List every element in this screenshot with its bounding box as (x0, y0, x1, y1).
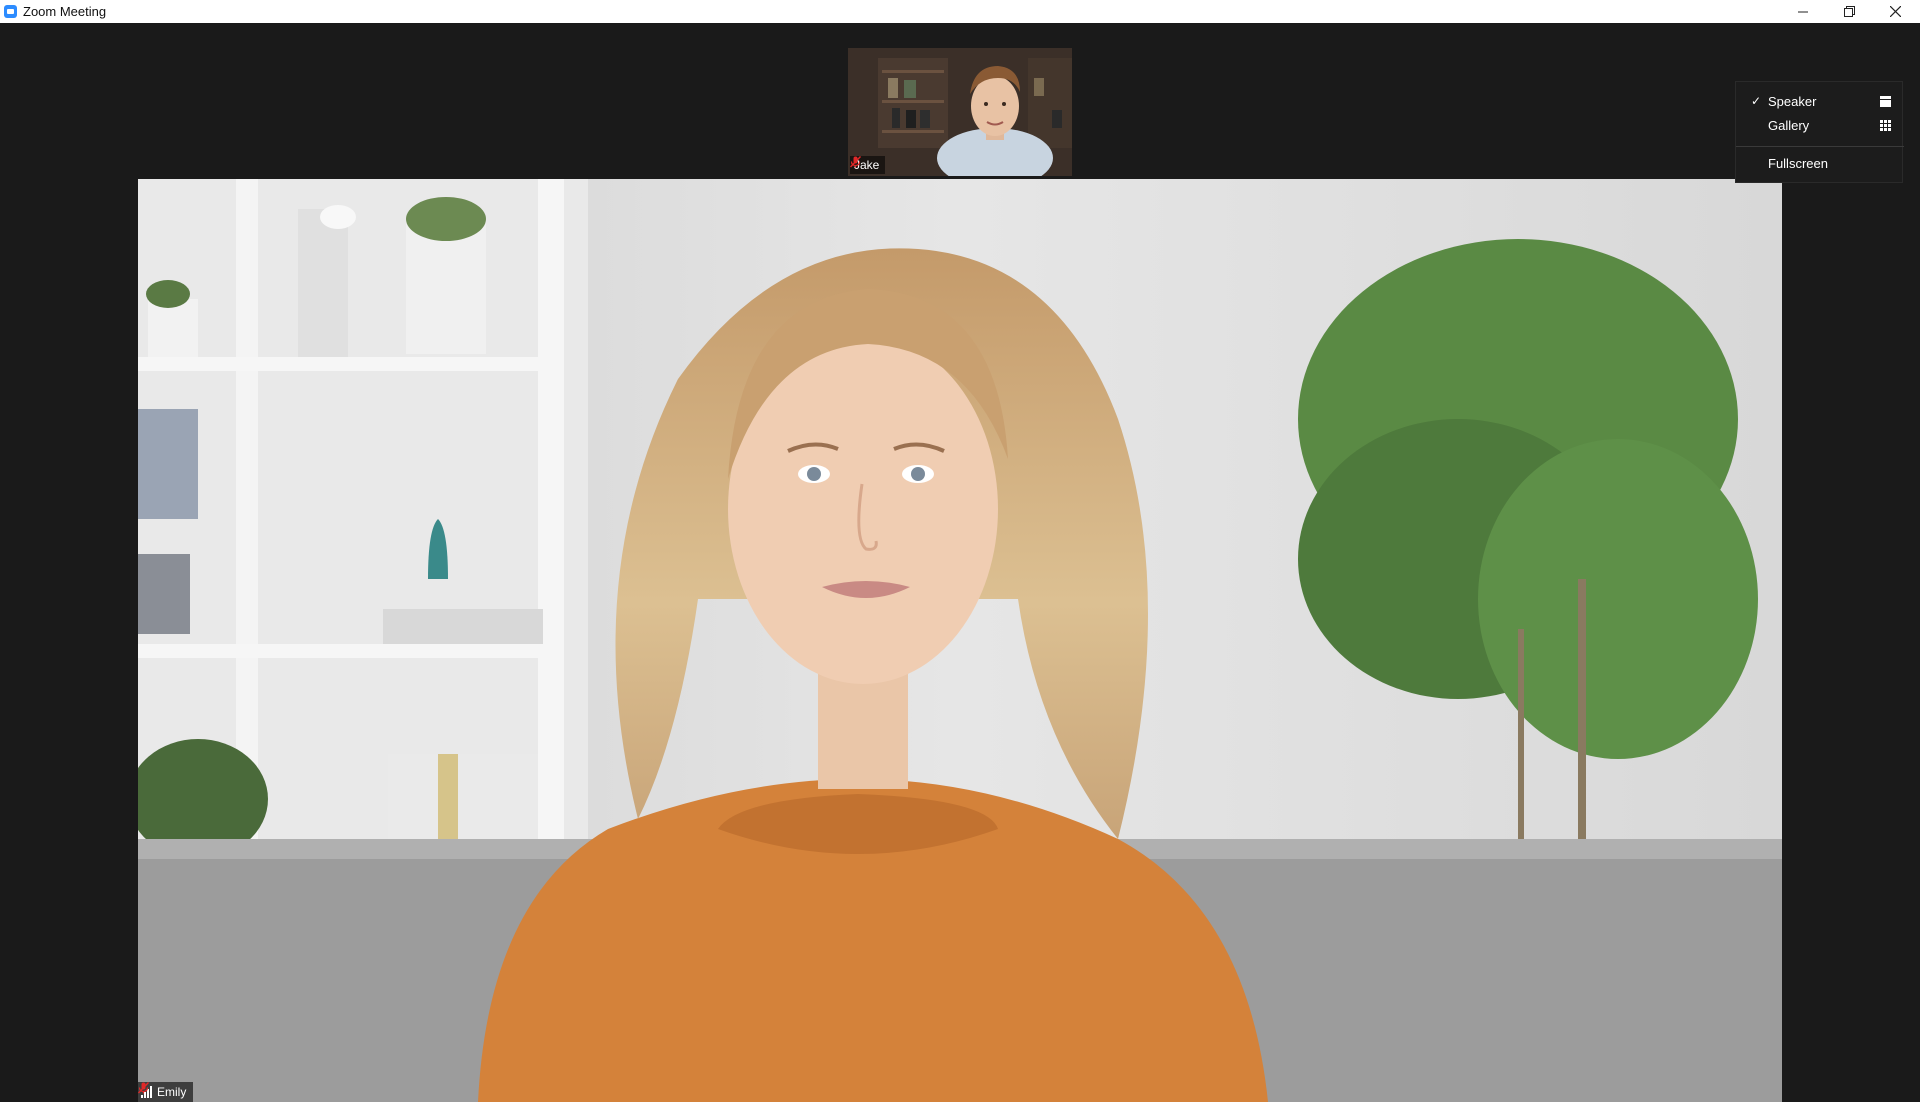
menu-item-fullscreen[interactable]: Fullscreen (1736, 152, 1904, 176)
restore-icon (1843, 6, 1855, 17)
minimize-icon (1798, 11, 1808, 12)
muted-microphone-icon (850, 156, 861, 168)
zoom-app-icon (4, 5, 17, 18)
participant-name-tag: Emily (138, 1082, 194, 1102)
speaker-view-icon (1880, 96, 1891, 107)
view-menu: ✓ Speaker Gallery Fullscreen (1735, 81, 1904, 183)
menu-divider (1736, 146, 1904, 147)
participant-video-emily (138, 179, 1782, 1102)
participant-name-tag: Jake (850, 156, 886, 174)
muted-microphone-icon (138, 1082, 149, 1094)
menu-item-label: Speaker (1768, 94, 1817, 109)
title-bar: Zoom Meeting (0, 0, 1920, 23)
checkmark-icon: ✓ (1751, 94, 1762, 108)
menu-item-gallery[interactable]: Gallery (1736, 114, 1904, 138)
window-title: Zoom Meeting (23, 4, 107, 19)
gallery-view-icon (1880, 120, 1891, 131)
participant-name: Emily (157, 1085, 187, 1099)
active-speaker-video[interactable]: Emily (138, 179, 1782, 1102)
close-button[interactable] (1872, 0, 1918, 23)
participant-thumbnail[interactable]: Jake (848, 48, 1072, 176)
close-icon (1889, 6, 1901, 17)
restore-button[interactable] (1826, 0, 1872, 23)
menu-item-label: Gallery (1768, 118, 1810, 133)
meeting-stage: Jake Emily ✓ Speaker Gallery Fullscreen (0, 23, 1920, 1102)
menu-item-label: Fullscreen (1768, 156, 1828, 171)
minimize-button[interactable] (1780, 0, 1826, 23)
menu-item-speaker[interactable]: ✓ Speaker (1736, 90, 1904, 114)
